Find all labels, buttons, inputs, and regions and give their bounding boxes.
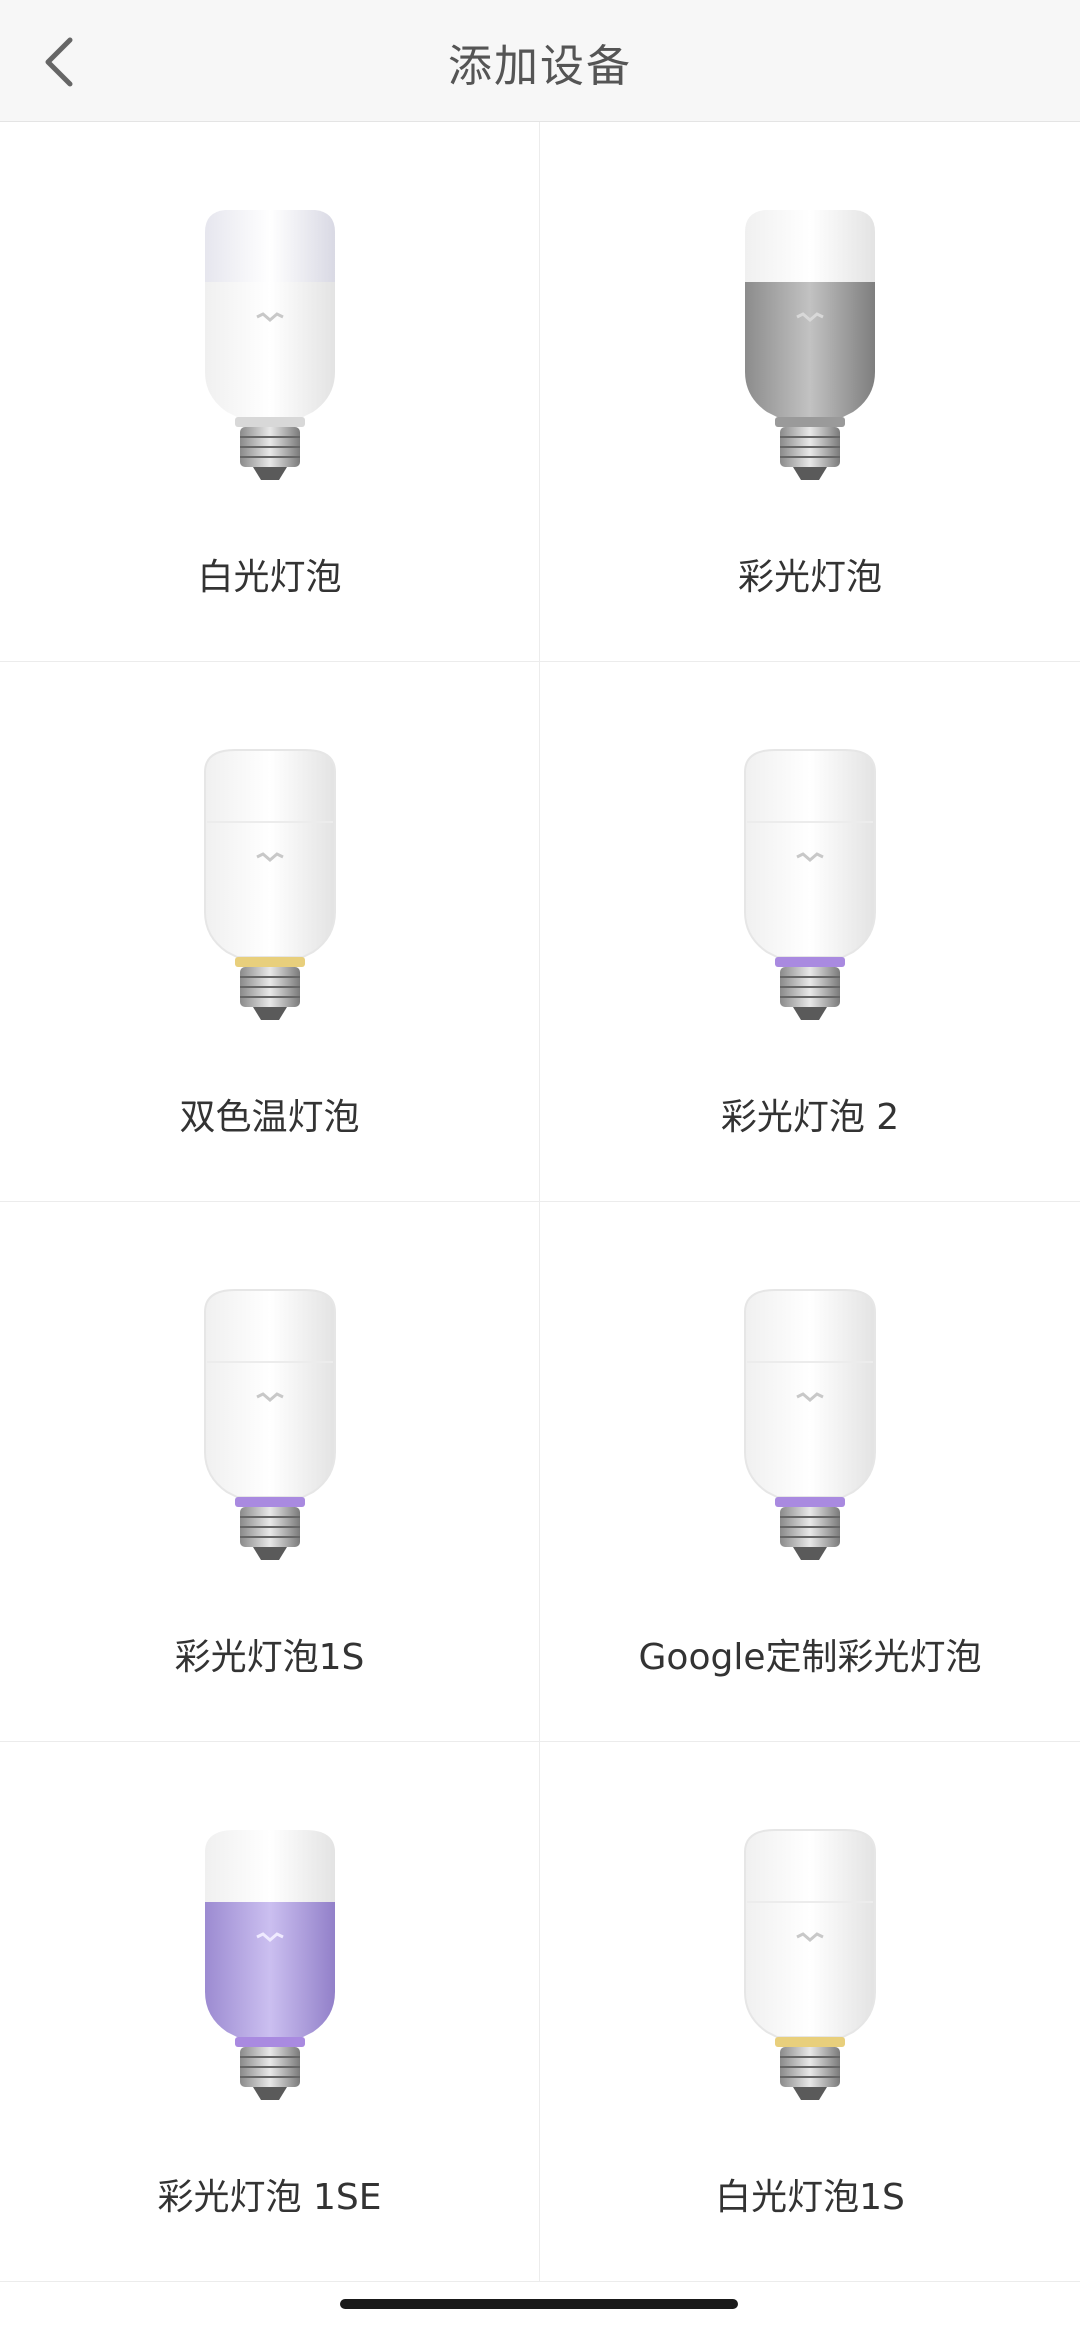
top-bar: 添加设备: [0, 0, 1080, 122]
white-bulb-image: [204, 210, 335, 480]
device-card-white-bulb[interactable]: 白光灯泡: [0, 122, 540, 662]
device-name: 双色温灯泡: [179, 1097, 360, 1138]
color-bulb-2-image: [744, 749, 876, 1020]
color-bulb-1s-image: [203, 1289, 336, 1560]
dual-temp-bulb-image: [203, 749, 336, 1020]
white-bulb-1s-image: [744, 1829, 876, 2100]
device-name: 彩光灯泡 2: [720, 1097, 900, 1138]
device-grid: 白光灯泡 彩光灯泡 双色温灯泡 彩光灯泡 2 彩光灯泡1S Google定制彩光…: [0, 122, 1080, 2282]
device-card-white-bulb-1s[interactable]: 白光灯泡1S: [540, 1742, 1080, 2282]
page-title: 添加设备: [448, 41, 632, 92]
device-card-color-bulb-1s[interactable]: 彩光灯泡1S: [0, 1202, 540, 1742]
device-name: 白光灯泡1S: [715, 2177, 905, 2218]
device-card-color-bulb[interactable]: 彩光灯泡: [540, 122, 1080, 662]
device-name: 彩光灯泡: [737, 557, 882, 598]
device-name: 白光灯泡: [197, 557, 342, 598]
device-name: 彩光灯泡 1SE: [157, 2177, 382, 2218]
device-card-google-color-bulb[interactable]: Google定制彩光灯泡: [540, 1202, 1080, 1742]
google-color-bulb-image: [744, 1289, 876, 1560]
color-bulb-image: [745, 210, 875, 480]
home-indicator[interactable]: [340, 2299, 738, 2309]
device-name: Google定制彩光灯泡: [638, 1637, 982, 1678]
device-name: 彩光灯泡1S: [174, 1637, 365, 1678]
device-card-dual-temp-bulb[interactable]: 双色温灯泡: [0, 662, 540, 1202]
device-card-color-bulb-1se[interactable]: 彩光灯泡 1SE: [0, 1742, 540, 2282]
device-card-color-bulb-2[interactable]: 彩光灯泡 2: [540, 662, 1080, 1202]
color-bulb-1se-image: [204, 1830, 335, 2100]
